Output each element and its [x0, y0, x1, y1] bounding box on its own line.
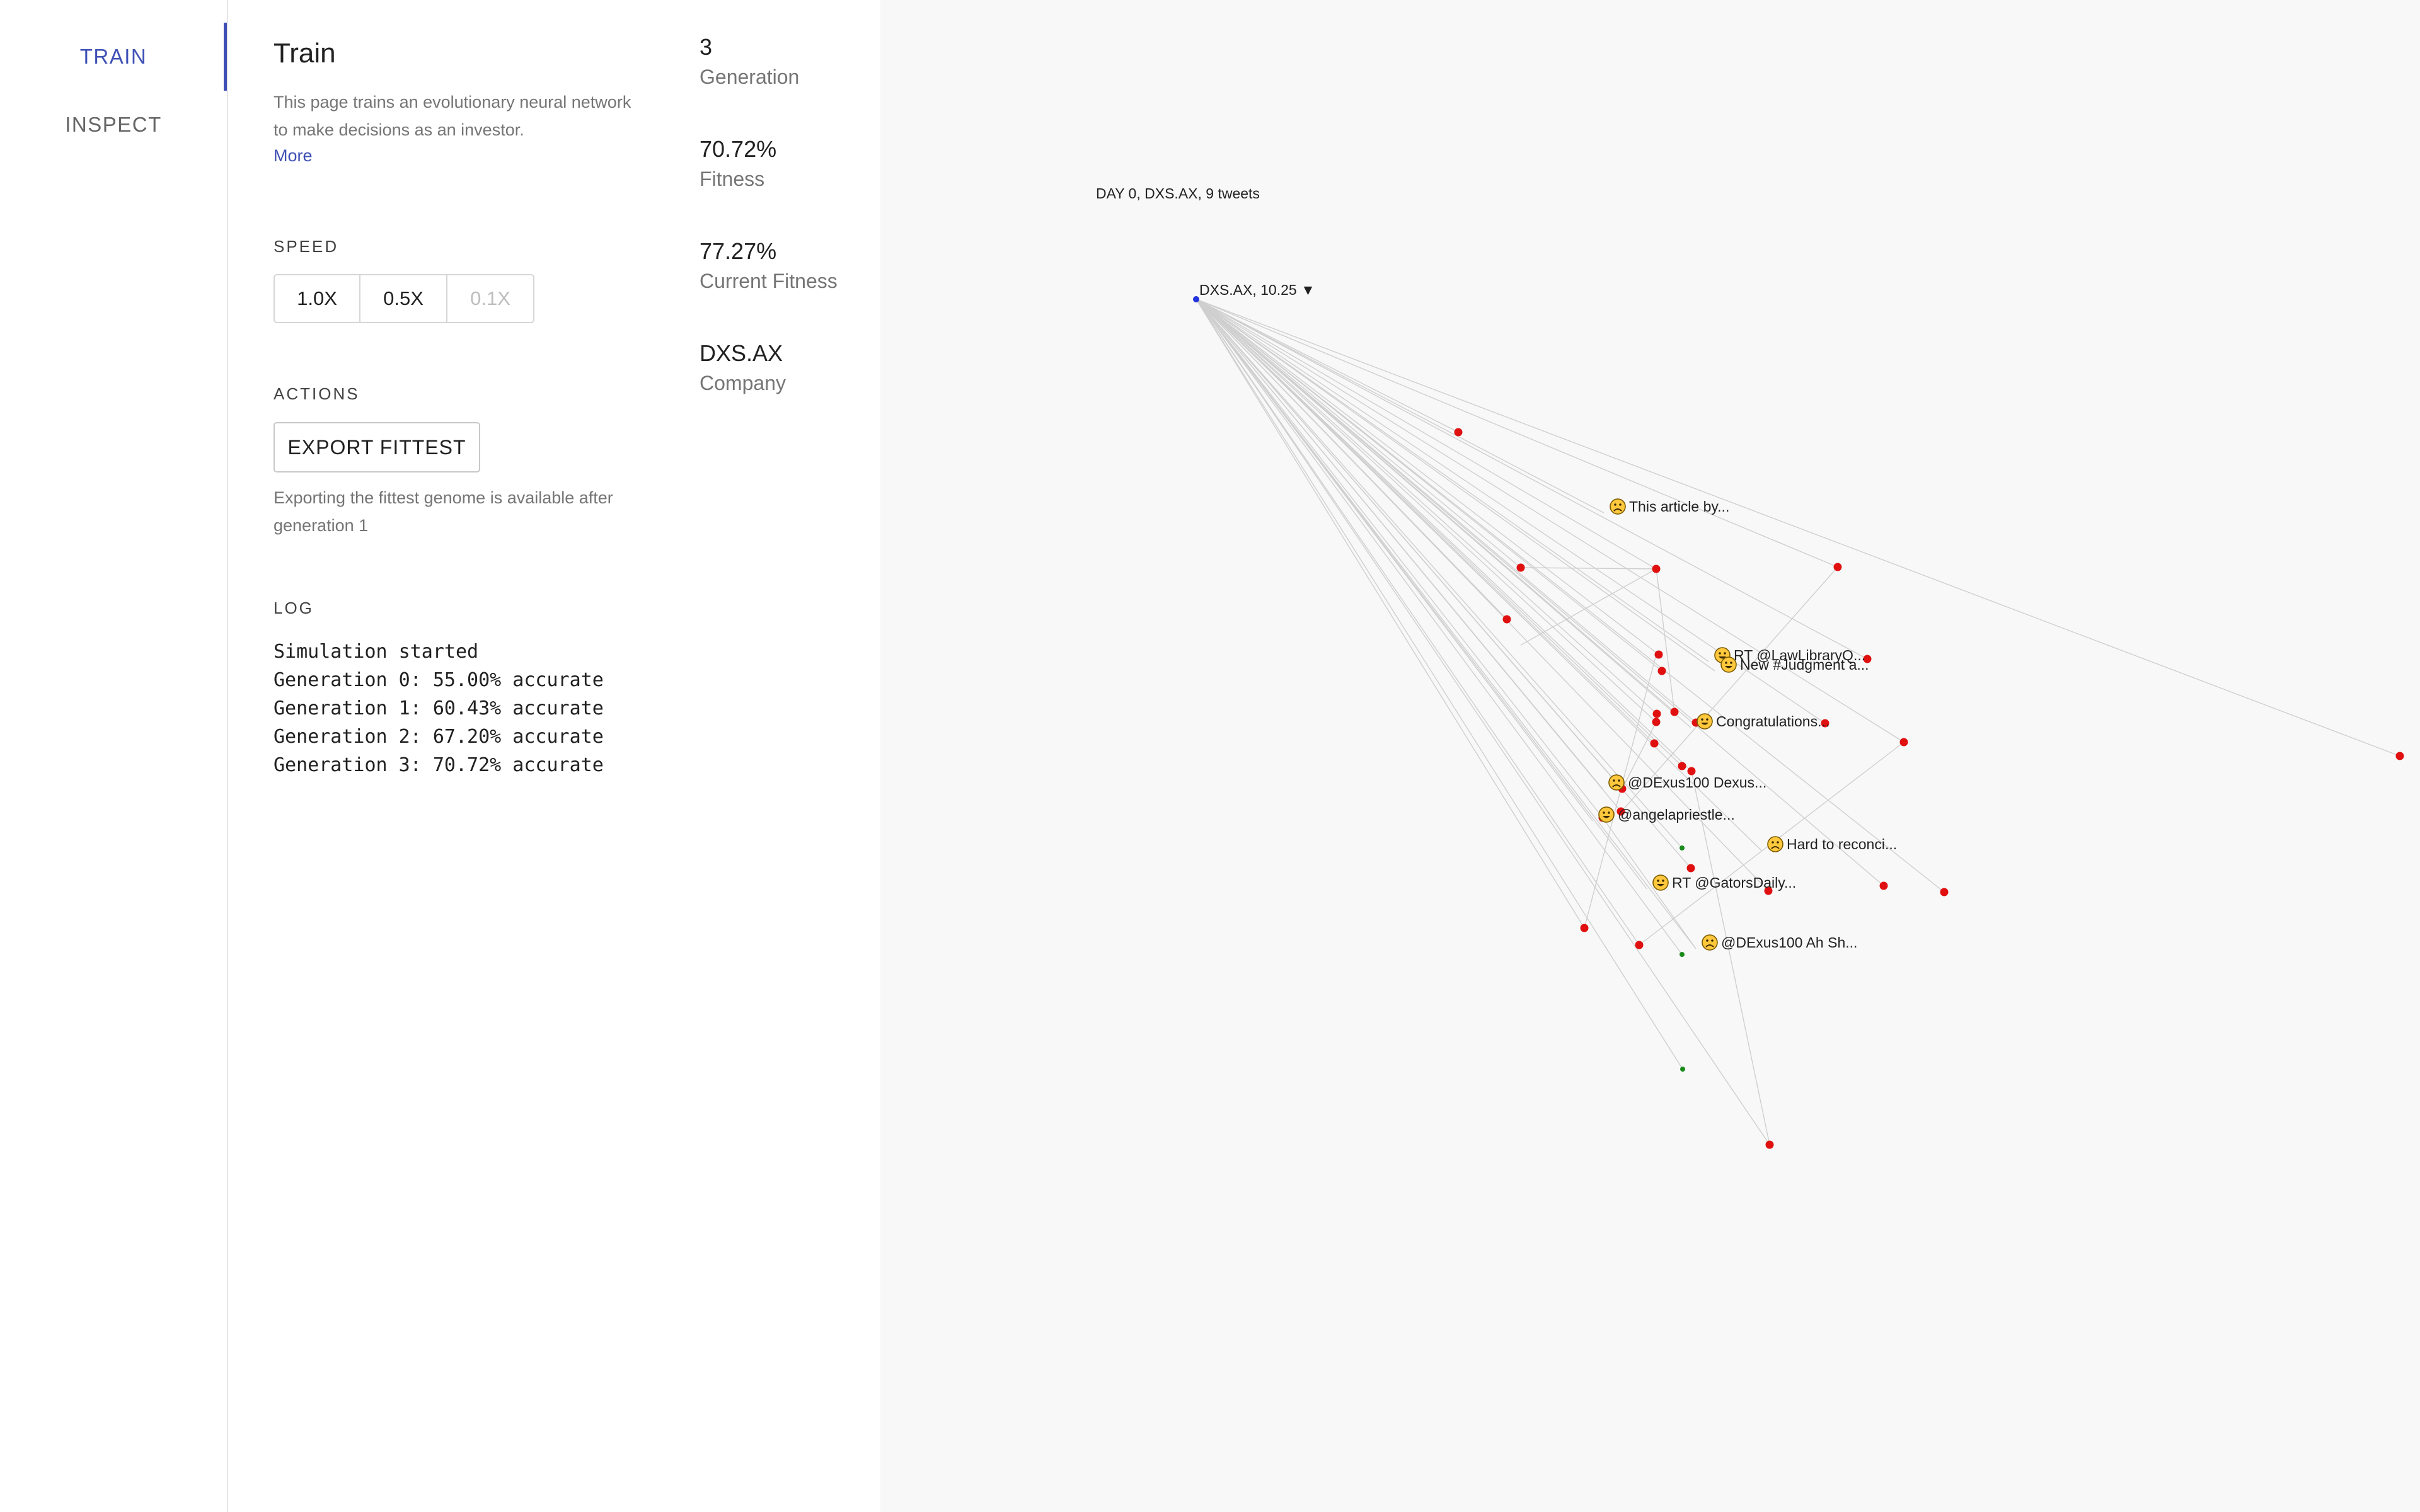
- negative-node[interactable]: [1670, 707, 1679, 716]
- stat-generation: 3 Generation: [700, 34, 799, 89]
- sad-face-icon: [1608, 774, 1625, 791]
- graph-edge: [1196, 299, 1762, 851]
- stat-label: Generation: [700, 66, 800, 88]
- negative-node[interactable]: [1516, 563, 1525, 572]
- negative-node[interactable]: [1635, 941, 1644, 949]
- root-label: DXS.AX, 10.25 ▼: [1199, 282, 1315, 298]
- sad-face-icon: [1610, 498, 1626, 515]
- graph-edge: [1520, 567, 1657, 570]
- tweet-label[interactable]: This article by...: [1629, 498, 1729, 515]
- negative-node[interactable]: [1765, 1140, 1774, 1149]
- negative-node[interactable]: [1650, 739, 1659, 748]
- positive-node[interactable]: [1680, 845, 1685, 850]
- nav-inspect[interactable]: INSPECT: [0, 91, 227, 159]
- stat-label: Current Fitness: [700, 270, 838, 292]
- log-line: Generation 3: 70.72% accurate: [274, 754, 604, 776]
- happy-face-icon: [1652, 874, 1669, 891]
- export-note: Exporting the fittest genome is availabl…: [274, 488, 613, 535]
- tweet-label[interactable]: @DExus100 Dexus...: [1628, 774, 1766, 791]
- graph-edge: [1196, 299, 1657, 723]
- stat-fitness: 70.72% Fitness: [700, 136, 776, 191]
- graph-header: DAY 0, DXS.AX, 9 tweets: [1096, 185, 1260, 202]
- tweet-label[interactable]: Hard to reconci...: [1787, 836, 1897, 852]
- tweet-label[interactable]: @angelapriestle...: [1618, 806, 1735, 823]
- more-link[interactable]: More: [274, 146, 313, 166]
- graph-edge: [1691, 770, 1770, 1145]
- negative-node[interactable]: [1678, 762, 1686, 770]
- sad-face-icon: [1702, 934, 1718, 951]
- stat-value: 3: [700, 34, 713, 60]
- negative-node[interactable]: [1652, 564, 1661, 573]
- page-title: Train: [274, 38, 336, 69]
- sad-face-icon: [1767, 836, 1783, 852]
- negative-node[interactable]: [1686, 864, 1695, 873]
- negative-node[interactable]: [1833, 563, 1842, 571]
- nav-train[interactable]: TRAIN: [0, 23, 227, 91]
- page-description: This page trains an evolutionary neural …: [274, 93, 631, 139]
- stat-value: 70.72%: [700, 136, 777, 162]
- graph-edge: [1196, 299, 1769, 891]
- side-nav: TRAIN INSPECT: [0, 0, 228, 1512]
- export-fittest-button[interactable]: EXPORT FITTEST: [274, 422, 480, 472]
- stat-current-fitness: 77.27% Current Fitness: [700, 238, 838, 293]
- happy-face-icon: [1697, 713, 1713, 730]
- negative-node[interactable]: [1652, 709, 1661, 718]
- graph-edge: [1196, 299, 1884, 886]
- actions-label: ACTIONS: [274, 384, 360, 403]
- positive-node[interactable]: [1680, 1067, 1685, 1072]
- speed-1x-button[interactable]: 1.0X: [274, 274, 360, 323]
- speed-selector: 1.0X 0.5X 0.1X: [274, 274, 534, 326]
- graph-edge: [1196, 299, 2400, 757]
- graph-edge: [1196, 299, 1904, 743]
- negative-node[interactable]: [1879, 881, 1888, 890]
- tweet-label[interactable]: New #Judgment a...: [1740, 656, 1869, 673]
- graph-edge: [1196, 299, 1697, 949]
- stat-company: DXS.AX Company: [700, 340, 786, 395]
- graph-edge: [1196, 299, 1521, 568]
- negative-node[interactable]: [1454, 428, 1463, 437]
- stat-label: Fitness: [700, 168, 765, 190]
- negative-node[interactable]: [1899, 738, 1908, 747]
- network-graph-svg[interactable]: DAY 0, DXS.AX, 9 tweets DXS.AX, 10.25 ▼ Th…: [880, 0, 2420, 1512]
- negative-node[interactable]: [1580, 924, 1589, 932]
- stat-label: Company: [700, 372, 786, 394]
- log-line: Generation 0: 55.00% accurate: [274, 669, 604, 691]
- negative-node[interactable]: [1657, 667, 1666, 675]
- negative-node[interactable]: [1652, 718, 1661, 726]
- negative-node[interactable]: [1502, 615, 1511, 624]
- log-line: Generation 2: 67.20% accurate: [274, 726, 604, 748]
- log-label: LOG: [274, 598, 314, 617]
- graph-edge: [1196, 299, 1868, 660]
- tweet-label[interactable]: Congratulations...: [1716, 713, 1829, 730]
- graph-edge: [1196, 299, 1770, 1145]
- graph-edge: [1196, 299, 1657, 570]
- tweet-label[interactable]: @DExus100 Ah Sh...: [1721, 934, 1857, 951]
- graph-edge: [1196, 299, 1683, 1070]
- graph-edge: [1196, 299, 1715, 672]
- speed-label: SPEED: [274, 237, 339, 256]
- speed-0-1x-button[interactable]: 0.1X: [447, 274, 534, 323]
- stat-value: DXS.AX: [700, 340, 783, 366]
- graph-edge: [1196, 299, 1657, 714]
- log-line: Generation 1: 60.43% accurate: [274, 697, 604, 719]
- graph-edge: [1196, 299, 1838, 568]
- negative-node[interactable]: [2395, 752, 2404, 760]
- graph-edge: [1196, 299, 1603, 818]
- graph-edge: [1196, 299, 1605, 513]
- graph-edge: [1196, 299, 1640, 946]
- tweet-label[interactable]: RT @GatorsDaily...: [1672, 874, 1796, 891]
- stat-value: 77.27%: [700, 238, 777, 264]
- positive-node[interactable]: [1680, 952, 1685, 957]
- negative-node[interactable]: [1654, 650, 1663, 659]
- negative-node[interactable]: [1940, 888, 1949, 896]
- network-graph[interactable]: DAY 0, DXS.AX, 9 tweets DXS.AX, 10.25 ▼ Th…: [880, 0, 2420, 1512]
- graph-edge: [1196, 299, 1683, 849]
- log-output: Simulation started Generation 0: 55.00% …: [274, 638, 604, 779]
- root-node[interactable]: [1193, 296, 1199, 302]
- happy-face-icon: [1720, 656, 1737, 673]
- speed-0-5x-button[interactable]: 0.5X: [360, 274, 447, 323]
- happy-face-icon: [1598, 806, 1615, 823]
- train-panel: Train This page trains an evolutionary n…: [228, 0, 880, 1512]
- log-line: Simulation started: [274, 641, 479, 663]
